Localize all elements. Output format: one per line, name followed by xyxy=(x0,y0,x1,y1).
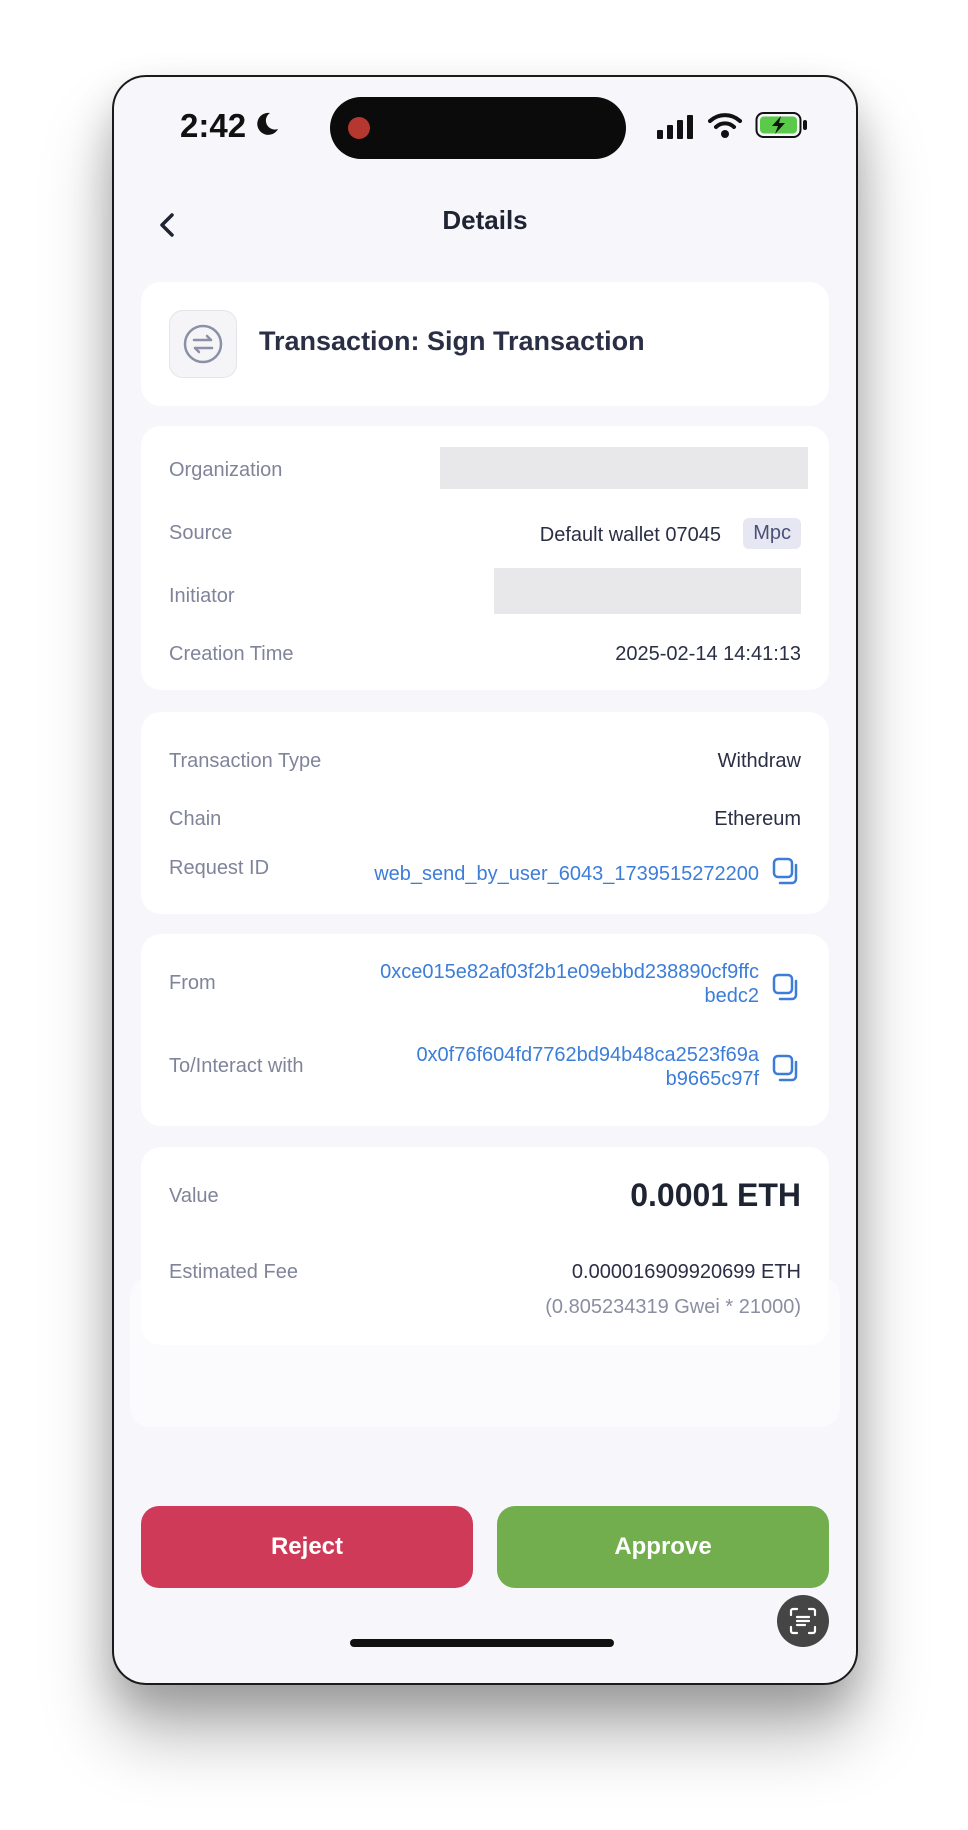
from-address-line: bedc2 xyxy=(704,985,760,1007)
organization-label: Organization xyxy=(169,459,283,481)
request-id-label: Request ID xyxy=(169,857,270,879)
transaction-icon-box xyxy=(169,310,237,378)
page-title: Details xyxy=(442,205,528,235)
scan-text-icon xyxy=(789,1607,817,1635)
swap-arrows-icon xyxy=(183,324,223,364)
transaction-title: Transaction: Sign Transaction xyxy=(259,326,645,356)
to-address-line: b9665c97f xyxy=(665,1068,759,1090)
copy-icon[interactable] xyxy=(771,972,801,1002)
copy-icon[interactable] xyxy=(771,856,801,886)
request-id-link[interactable]: web_send_by_user_6043_1739515272200 xyxy=(374,862,759,886)
creation-time-value: 2025-02-14 14:41:13 xyxy=(615,643,801,665)
from-address-line: 0xce015e82af03f2b1e09ebbd238890cf9ffc xyxy=(380,961,759,983)
transaction-info-card: Organization Source Default wallet 07045… xyxy=(141,426,829,690)
reject-button[interactable]: Reject xyxy=(141,1506,473,1588)
source-label: Source xyxy=(169,522,233,544)
transaction-header-card: Transaction: Sign Transaction xyxy=(141,282,829,406)
approve-button[interactable]: Approve xyxy=(497,1506,829,1588)
copy-icon[interactable] xyxy=(771,1053,801,1083)
estimated-fee-label: Estimated Fee xyxy=(169,1261,298,1283)
transaction-type-value: Withdraw xyxy=(717,750,801,772)
address-card: From 0xce015e82af03f2b1e09ebbd238890cf9f… xyxy=(141,934,829,1126)
signal-icon xyxy=(657,115,693,139)
transaction-type-card: Transaction Type Withdraw Chain Ethereum… xyxy=(141,712,829,914)
initiator-label: Initiator xyxy=(169,585,235,607)
camera-indicator xyxy=(348,117,370,139)
from-address-link[interactable]: 0xce015e82af03f2b1e09ebbd238890cf9ffc be… xyxy=(380,960,759,1008)
status-time: 2:42 xyxy=(180,107,247,144)
organization-redacted-value xyxy=(440,447,808,489)
to-label: To/Interact with xyxy=(169,1055,304,1077)
to-address-link[interactable]: 0x0f76f604fd7762bd94b48ca2523f69a b9665c… xyxy=(416,1043,759,1091)
mpc-badge: Mpc xyxy=(743,518,801,549)
initiator-redacted-value xyxy=(494,568,801,614)
creation-time-label: Creation Time xyxy=(169,643,294,665)
moon-icon xyxy=(257,112,278,135)
fee-calculation-detail: (0.805234319 Gwei * 21000) xyxy=(545,1296,801,1318)
chain-label: Chain xyxy=(169,808,222,830)
wifi-icon xyxy=(708,113,742,138)
phone-screen: 2:42 Details Transaction: Sign Transacti… xyxy=(112,75,858,1685)
to-address-line: 0x0f76f604fd7762bd94b48ca2523f69a xyxy=(416,1044,759,1066)
source-wallet-value: Default wallet 07045 xyxy=(539,524,721,546)
value-label: Value xyxy=(169,1185,219,1207)
transaction-type-label: Transaction Type xyxy=(169,750,322,772)
value-card: Value 0.0001 ETH Estimated Fee 0.0000169… xyxy=(141,1147,829,1345)
value-amount: 0.0001 ETH xyxy=(630,1177,801,1213)
estimated-fee-value: 0.000016909920699 ETH xyxy=(571,1261,801,1283)
from-label: From xyxy=(169,972,216,994)
home-indicator xyxy=(350,1639,614,1647)
scan-text-button[interactable] xyxy=(777,1595,829,1647)
dynamic-island xyxy=(330,97,626,159)
battery-charging-icon xyxy=(755,112,807,138)
chain-value: Ethereum xyxy=(714,808,801,830)
